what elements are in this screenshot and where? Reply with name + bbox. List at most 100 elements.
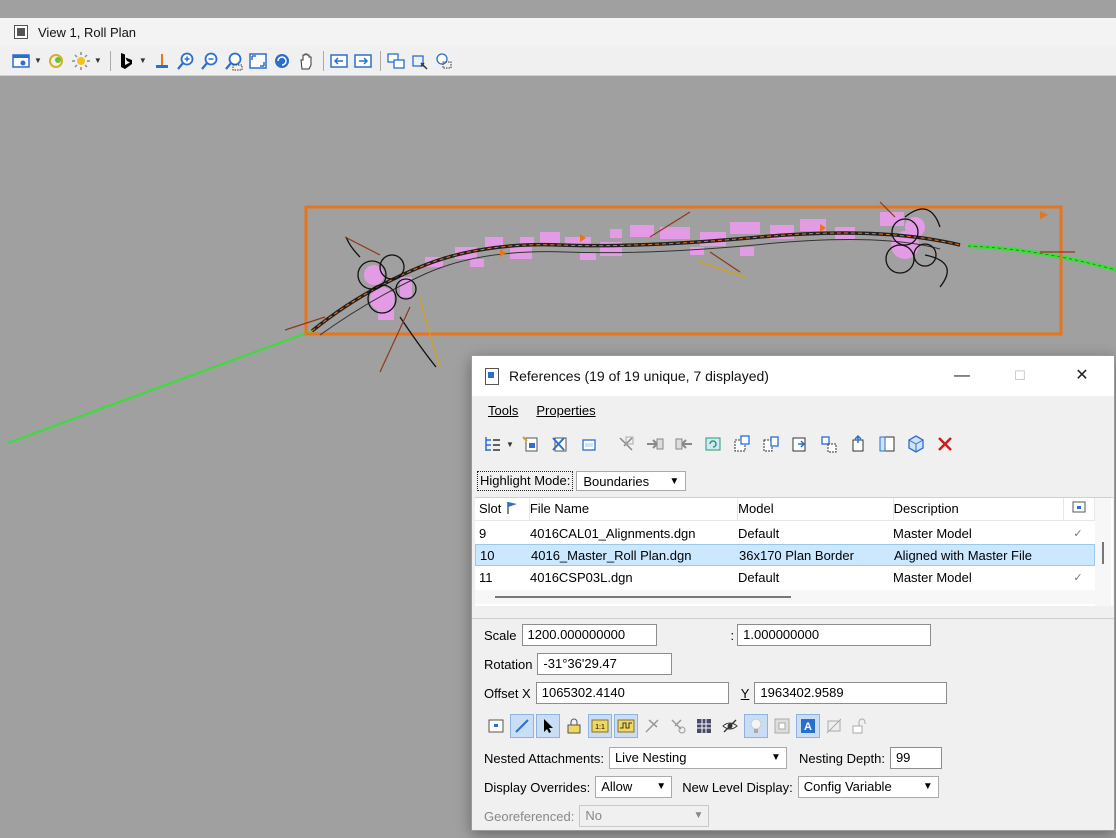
table-row-selected[interactable]: 10 4016_Master_Roll Plan.dgn 36x170 Plan… bbox=[475, 544, 1095, 566]
chevron-down-icon[interactable]: ▼ bbox=[94, 56, 102, 65]
attachment-settings-toolbar: 1:1 A bbox=[484, 712, 874, 740]
copy-reference-icon[interactable] bbox=[671, 432, 697, 456]
zoom-out-icon[interactable] bbox=[199, 50, 221, 72]
tree-view-icon[interactable] bbox=[480, 432, 506, 456]
offset-y-field[interactable]: 1963402.9589 bbox=[754, 682, 948, 704]
scrollbar-thumb[interactable] bbox=[1102, 542, 1104, 564]
column-header-model[interactable]: Model bbox=[738, 498, 894, 520]
georeferenced-select[interactable]: No ▼ bbox=[579, 805, 710, 827]
table-row[interactable]: 9 4016CAL01_Alignments.dgn Default Maste… bbox=[475, 522, 1095, 544]
view-attributes-icon[interactable] bbox=[10, 50, 32, 72]
alignment-line-east bbox=[967, 244, 1116, 272]
pan-view-icon[interactable] bbox=[295, 50, 317, 72]
rotation-label: Rotation bbox=[484, 656, 533, 672]
nesting-depth-field[interactable]: 99 bbox=[889, 747, 942, 769]
view-titlebar[interactable]: View 1, Roll Plan bbox=[0, 18, 1116, 46]
view-toolbar: ▼ ▼ ▼ bbox=[0, 46, 1116, 76]
lighting-icon[interactable] bbox=[70, 50, 92, 72]
chevron-down-icon: ▼ bbox=[693, 810, 704, 821]
scale-line-styles-icon[interactable] bbox=[614, 714, 638, 738]
view-window-icon bbox=[14, 25, 28, 39]
copy-view-icon[interactable] bbox=[385, 50, 407, 72]
lighting-bulb-icon[interactable] bbox=[744, 714, 768, 738]
references-title: References (19 of 19 unique, 7 displayed… bbox=[509, 368, 769, 384]
attach-reference-icon[interactable] bbox=[518, 432, 544, 456]
chevron-down-icon[interactable]: ▼ bbox=[139, 56, 147, 65]
window-area-icon[interactable] bbox=[223, 50, 245, 72]
display-checkbox[interactable]: ✓ bbox=[1063, 527, 1093, 540]
maximize-button[interactable]: ☐ bbox=[1000, 364, 1040, 388]
next-view-icon[interactable] bbox=[352, 50, 374, 72]
column-header-slot[interactable]: Slot bbox=[475, 498, 530, 520]
reload-reference-icon[interactable] bbox=[576, 432, 602, 456]
alignment-line-west bbox=[7, 329, 313, 445]
close-button[interactable]: ✕ bbox=[1062, 364, 1102, 388]
clip-settings-icon[interactable] bbox=[666, 714, 690, 738]
offset-y-label: Y bbox=[740, 685, 750, 701]
detach-reference-icon[interactable] bbox=[547, 432, 573, 456]
reference-3d-icon[interactable] bbox=[903, 432, 929, 456]
column-header-description[interactable]: Description bbox=[894, 498, 1065, 520]
display-checkbox[interactable]: ✓ bbox=[1063, 571, 1093, 584]
horizontal-scrollbar[interactable] bbox=[475, 590, 1095, 604]
levels-icon[interactable] bbox=[46, 50, 68, 72]
highlight-mode-select[interactable]: Boundaries ▼ bbox=[576, 471, 687, 491]
menu-properties[interactable]: Properties bbox=[536, 403, 595, 418]
locate-toggle-icon[interactable] bbox=[536, 714, 560, 738]
raster-grid-icon[interactable] bbox=[692, 714, 716, 738]
offset-row: Offset X 1065302.4140 Y 1963402.9589 bbox=[484, 681, 948, 705]
clip-mask-icon[interactable] bbox=[433, 50, 455, 72]
zoom-in-icon[interactable] bbox=[175, 50, 197, 72]
clip-mask-reference-icon[interactable] bbox=[816, 432, 842, 456]
highlight-mode-value: Boundaries bbox=[583, 473, 650, 489]
floor-lamp-icon[interactable] bbox=[151, 50, 173, 72]
detach-all-icon[interactable] bbox=[932, 432, 958, 456]
scale-reference-icon[interactable] bbox=[729, 432, 755, 456]
scale-master-field[interactable]: 1200.000000000 bbox=[521, 624, 657, 646]
clip-volume-icon[interactable] bbox=[409, 50, 431, 72]
clip-boundary-icon[interactable] bbox=[613, 432, 639, 456]
display-toggle-icon[interactable] bbox=[484, 714, 508, 738]
splitter[interactable] bbox=[472, 618, 1114, 619]
nested-attachments-select[interactable]: Live Nesting ▼ bbox=[608, 747, 787, 769]
previous-view-icon[interactable] bbox=[328, 50, 350, 72]
display-overrides-select[interactable]: Allow ▼ bbox=[595, 776, 673, 798]
annotation-scale-icon[interactable]: A bbox=[796, 714, 820, 738]
display-overrides-label: Display Overrides: bbox=[484, 779, 591, 795]
rotate-reference-icon[interactable] bbox=[700, 432, 726, 456]
unlock-icon[interactable] bbox=[848, 714, 872, 738]
column-header-file-name[interactable]: File Name bbox=[530, 498, 739, 520]
hide-display-icon[interactable] bbox=[718, 714, 742, 738]
mirror-horizontal-icon[interactable] bbox=[758, 432, 784, 456]
true-scale-toggle-icon[interactable]: 1:1 bbox=[588, 714, 612, 738]
fit-view-icon[interactable] bbox=[247, 50, 269, 72]
chevron-down-icon[interactable]: ▼ bbox=[506, 440, 514, 449]
ignore-attachment-icon[interactable] bbox=[640, 714, 664, 738]
chevron-down-icon[interactable]: ▼ bbox=[34, 56, 42, 65]
bing-icon[interactable] bbox=[115, 50, 137, 72]
snap-toggle-icon[interactable] bbox=[510, 714, 534, 738]
scale-reference-field[interactable]: 1.000000000 bbox=[737, 624, 932, 646]
display-raster-icon[interactable] bbox=[822, 714, 846, 738]
rotation-field[interactable]: -31°36'29.47 bbox=[537, 653, 673, 675]
scrollbar-thumb[interactable] bbox=[495, 596, 791, 598]
table-header: Slot File Name Model Description bbox=[475, 498, 1096, 521]
clip-back-icon[interactable] bbox=[874, 432, 900, 456]
new-level-display-select[interactable]: Config Variable ▼ bbox=[797, 776, 939, 798]
lock-toggle-icon[interactable] bbox=[562, 714, 586, 738]
mirror-vertical-icon[interactable] bbox=[787, 432, 813, 456]
level-display-icon[interactable] bbox=[770, 714, 794, 738]
vertical-scrollbar[interactable] bbox=[1095, 498, 1111, 606]
move-reference-icon[interactable] bbox=[642, 432, 668, 456]
scale-row: Scale 1200.000000000 : 1.000000000 bbox=[484, 623, 932, 647]
highlight-mode-label: Highlight Mode: bbox=[477, 471, 574, 491]
column-header-display[interactable] bbox=[1064, 498, 1096, 520]
references-dialog: References (19 of 19 unique, 7 displayed… bbox=[471, 355, 1115, 831]
minimize-button[interactable]: — bbox=[942, 364, 982, 388]
menu-tools[interactable]: Tools bbox=[488, 403, 518, 418]
clip-front-icon[interactable] bbox=[845, 432, 871, 456]
offset-x-field[interactable]: 1065302.4140 bbox=[535, 682, 729, 704]
table-row[interactable]: 11 4016CSP03L.dgn Default Master Model ✓ bbox=[475, 566, 1095, 588]
rotate-view-icon[interactable] bbox=[271, 50, 293, 72]
references-titlebar[interactable]: References (19 of 19 unique, 7 displayed… bbox=[472, 356, 1114, 396]
